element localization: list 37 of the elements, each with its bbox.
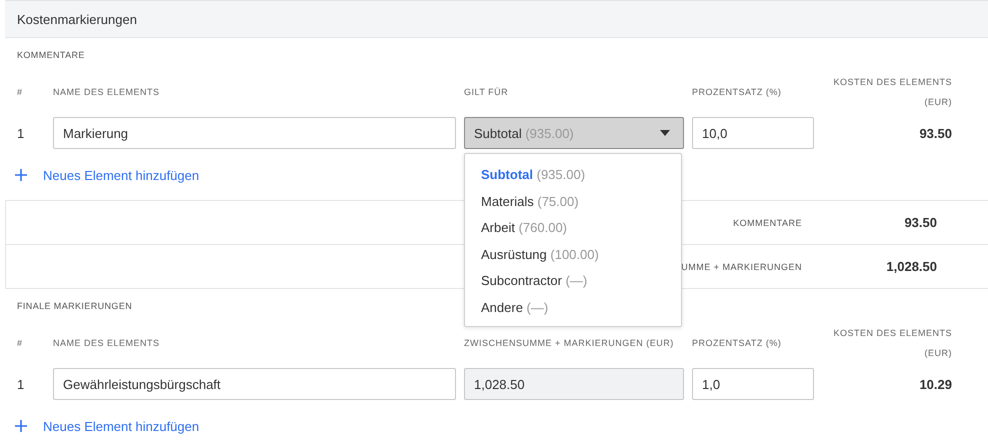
column-header: # (17, 86, 24, 99)
column-header: KOSTEN DES ELEMENTS (EUR) (832, 327, 952, 360)
percent-field[interactable]: 1,0 (692, 368, 814, 400)
row-number: 1 (17, 376, 26, 392)
plus-icon[interactable] (15, 420, 27, 432)
add-item-link[interactable]: Neues Element hinzufügen (43, 418, 200, 434)
column-header: PROZENTSATZ (%) (692, 86, 782, 99)
dropdown-option[interactable]: Andere (—) (481, 298, 681, 325)
dropdown-option[interactable]: Subtotal (935.00) (481, 166, 681, 192)
dropdown-option[interactable]: Ausrüstung (100.00) (481, 246, 681, 272)
caret-icon (660, 130, 670, 136)
plus-icon[interactable] (15, 169, 27, 181)
name-field[interactable]: Markierung (53, 117, 456, 149)
column-header: NAME DES ELEMENTS (53, 337, 161, 350)
row-number: 1 (17, 126, 26, 140)
column-header: NAME DES ELEMENTS (53, 86, 161, 99)
panel-title: Kostenmarkierungen (17, 12, 137, 26)
applies-to-select[interactable]: Subtotal (935.00) (464, 117, 684, 149)
section-label: KOMMENTARE (17, 49, 85, 62)
dropdown-option[interactable]: Materials (75.00) (481, 192, 681, 219)
dropdown-option[interactable]: Arbeit (760.00) (481, 219, 681, 246)
column-header: KOSTEN DES ELEMENTS (EUR) (832, 76, 952, 109)
total-label: UMME + MARKIERUNGEN (680, 262, 802, 272)
column-header: # (17, 337, 24, 350)
add-item-link[interactable]: Neues Element hinzufügen (43, 168, 200, 182)
dropdown-option[interactable]: Subcontractor (—) (481, 272, 681, 298)
percent-field[interactable]: 10,0 (692, 117, 814, 149)
section-label: FINALE MARKIERUNGEN (17, 300, 132, 313)
total-value: 93.50 (903, 215, 937, 230)
column-header: PROZENTSATZ (%) (692, 337, 782, 350)
item-cost: 93.50 (918, 126, 952, 140)
column-header: ZWISCHENSUMME + MARKIERUNGEN (EUR) (464, 337, 675, 350)
item-cost: 10.29 (918, 376, 952, 392)
name-field[interactable]: Gewährleistungsbürgschaft (53, 368, 456, 400)
base-amount-field[interactable]: 1,028.50 (464, 368, 684, 400)
column-header: GILT FÜR (464, 86, 510, 99)
total-value: 1,028.50 (885, 259, 937, 274)
